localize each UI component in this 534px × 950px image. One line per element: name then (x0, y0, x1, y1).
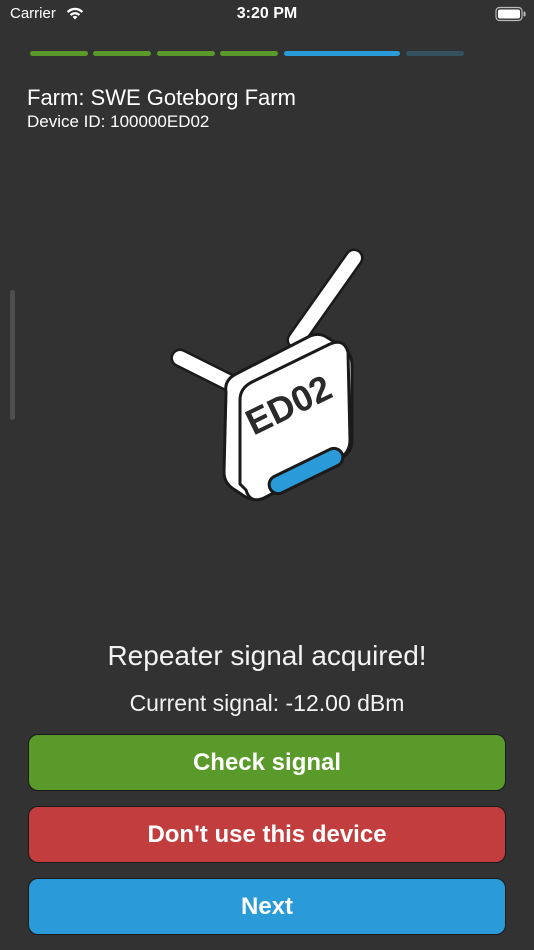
status-message: Repeater signal acquired! (107, 640, 427, 671)
next-button[interactable]: Next (28, 878, 506, 935)
clock: 3:20 PM (236, 5, 298, 22)
step-progress (30, 51, 464, 56)
progress-step-4 (220, 51, 278, 56)
farm-title: Farm: SWE Goteborg Farm (27, 85, 296, 110)
device-id: Device ID: 100000ED02 (27, 112, 210, 131)
progress-step-5 (284, 51, 400, 56)
progress-step-6 (406, 51, 464, 56)
scroll-indicator (10, 290, 15, 420)
dont-use-device-button[interactable]: Don't use this device (28, 806, 506, 863)
signal-readout: Current signal: -12.00 dBm (129, 690, 405, 716)
antenna-icon (286, 248, 364, 350)
progress-step-1 (30, 51, 88, 56)
progress-step-3 (157, 51, 215, 56)
check-signal-button[interactable]: Check signal (28, 734, 506, 791)
repeater-device-icon: ED02 (170, 248, 364, 502)
status-bar: Carrier 3:20 PM (0, 0, 534, 30)
battery-icon (495, 6, 526, 22)
progress-step-2 (93, 51, 151, 56)
